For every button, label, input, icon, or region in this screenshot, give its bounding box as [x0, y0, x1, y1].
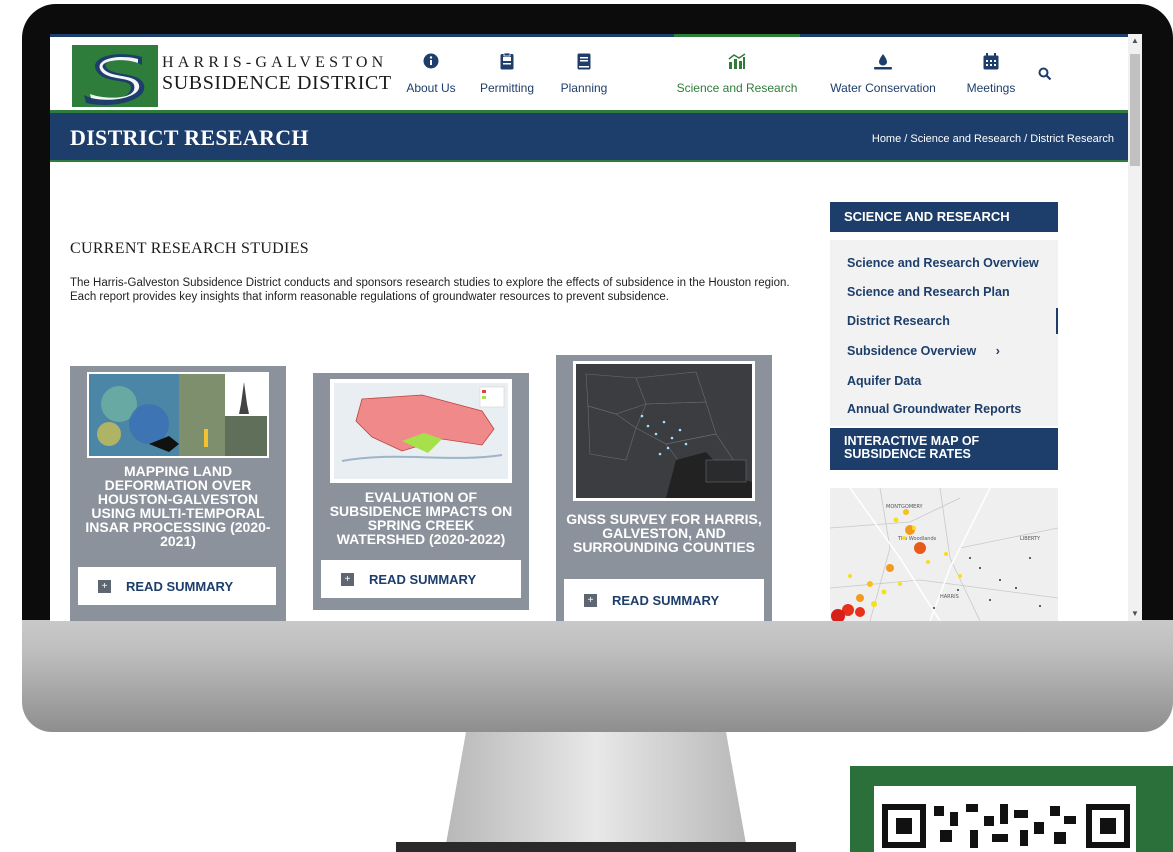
nav-about-us[interactable]: About Us: [402, 37, 460, 110]
research-card: MAPPING LAND DEFORMATION OVER HOUSTON-GA…: [70, 366, 286, 621]
nav-label: Planning: [560, 81, 608, 95]
map-label-montgomery: MONTGOMERY: [886, 504, 923, 510]
page-title-bar: DISTRICT RESEARCH Home / Science and Res…: [50, 110, 1128, 162]
breadcrumb-science-and-research[interactable]: Science and Research: [910, 133, 1021, 145]
clipboard-icon: [476, 53, 538, 75]
watershed-map-thumbnail[interactable]: [330, 379, 512, 483]
water-drop-icon: [826, 53, 940, 75]
insar-map-thumbnail[interactable]: [87, 372, 269, 458]
nav-label: Meetings: [966, 81, 1016, 95]
breadcrumb-current: District Research: [1030, 133, 1114, 145]
plus-icon: +: [341, 573, 354, 586]
chart-icon: [674, 53, 800, 75]
search-button[interactable]: [1038, 67, 1056, 85]
book-icon: [558, 53, 610, 75]
calendar-icon: [962, 53, 1020, 75]
page-scrollbar[interactable]: ▲ ▼: [1128, 34, 1142, 621]
sidebar-item-aquifer-data[interactable]: Aquifer Data: [847, 374, 921, 388]
nav-label: Science and Research: [676, 81, 798, 95]
read-summary-label: READ SUMMARY: [126, 579, 234, 594]
nav-label: Water Conservation: [830, 81, 936, 95]
nav-planning[interactable]: Planning: [558, 37, 610, 110]
active-item-indicator: [1056, 308, 1058, 334]
scroll-up-arrow-icon[interactable]: ▲: [1128, 34, 1142, 48]
research-card: GNSS SURVEY FOR HARRIS, GALVESTON, AND S…: [556, 355, 772, 621]
search-icon: [1038, 67, 1052, 81]
monitor-chin: [22, 620, 1173, 732]
logo-line-2: SUBSIDENCE DISTRICT: [162, 72, 392, 94]
gnss-map-thumbnail[interactable]: [573, 361, 755, 501]
info-icon: [402, 53, 460, 75]
page-title: DISTRICT RESEARCH: [70, 125, 309, 150]
nav-science-and-research[interactable]: Science and Research: [674, 34, 800, 107]
map-label-liberty: LIBERTY: [1020, 536, 1041, 542]
logo-s-mark-icon: [72, 45, 158, 107]
read-summary-button[interactable]: + READ SUMMARY: [564, 579, 764, 621]
site-logo[interactable]: HARRIS-GALVESTON SUBSIDENCE DISTRICT: [72, 45, 392, 107]
card-title: GNSS SURVEY FOR HARRIS, GALVESTON, AND S…: [566, 511, 762, 555]
breadcrumb-home[interactable]: Home: [872, 133, 901, 145]
map-label-harris: HARRIS: [940, 594, 959, 600]
logo-line-1: HARRIS-GALVESTON: [162, 54, 388, 71]
nav-permitting[interactable]: Permitting: [476, 37, 538, 110]
scroll-thumb[interactable]: [1130, 54, 1140, 166]
breadcrumb-separator: /: [1021, 133, 1031, 145]
read-summary-label: READ SUMMARY: [612, 593, 720, 608]
research-card: EVALUATION OF SUBSIDENCE IMPACTS ON SPRI…: [313, 373, 529, 610]
sidebar-item-district-research[interactable]: District Research: [847, 314, 950, 328]
nav-water-conservation[interactable]: Water Conservation: [826, 37, 940, 110]
intro-paragraph: The Harris-Galveston Subsidence District…: [70, 277, 790, 303]
sidebar-nav: Science and Research Overview Science an…: [830, 240, 1058, 426]
site-header: HARRIS-GALVESTON SUBSIDENCE DISTRICT Abo…: [50, 34, 1128, 110]
read-summary-button[interactable]: + READ SUMMARY: [78, 567, 276, 605]
breadcrumb: Home / Science and Research / District R…: [872, 133, 1114, 145]
map-heading: INTERACTIVE MAP OF SUBSIDENCE RATES: [830, 428, 1058, 470]
qr-code: [874, 786, 1136, 852]
nav-label: About Us: [406, 81, 456, 95]
browser-viewport: HARRIS-GALVESTON SUBSIDENCE DISTRICT Abo…: [50, 34, 1142, 621]
plus-icon: +: [584, 594, 597, 607]
logo-text: HARRIS-GALVESTON SUBSIDENCE DISTRICT: [162, 54, 392, 94]
nav-label: Permitting: [479, 81, 535, 95]
sidebar-heading: SCIENCE AND RESEARCH: [830, 202, 1058, 232]
section-heading: CURRENT RESEARCH STUDIES: [70, 240, 309, 257]
card-title: MAPPING LAND DEFORMATION OVER HOUSTON-GA…: [85, 463, 271, 549]
card-title: EVALUATION OF SUBSIDENCE IMPACTS ON SPRI…: [329, 489, 513, 547]
breadcrumb-separator: /: [901, 133, 911, 145]
scroll-down-arrow-icon[interactable]: ▼: [1128, 607, 1142, 621]
nav-meetings[interactable]: Meetings: [962, 37, 1020, 110]
qr-code-badge: [850, 766, 1173, 852]
read-summary-label: READ SUMMARY: [369, 572, 477, 587]
sidebar-item-science-and-research-plan[interactable]: Science and Research Plan: [847, 285, 1010, 299]
sidebar-item-label: Subsidence Overview: [847, 344, 977, 358]
chevron-right-icon: ›: [995, 344, 1000, 358]
sidebar-item-subsidence-overview[interactable]: Subsidence Overview ›: [847, 344, 1000, 358]
sidebar-item-science-and-research-overview[interactable]: Science and Research Overview: [847, 256, 1039, 270]
read-summary-button[interactable]: + READ SUMMARY: [321, 560, 521, 598]
sidebar-item-annual-groundwater-reports[interactable]: Annual Groundwater Reports: [847, 402, 1021, 416]
subsidence-rates-map[interactable]: MONTGOMERY The Woodlands LIBERTY HARRIS: [830, 488, 1058, 621]
plus-icon: +: [98, 580, 111, 593]
